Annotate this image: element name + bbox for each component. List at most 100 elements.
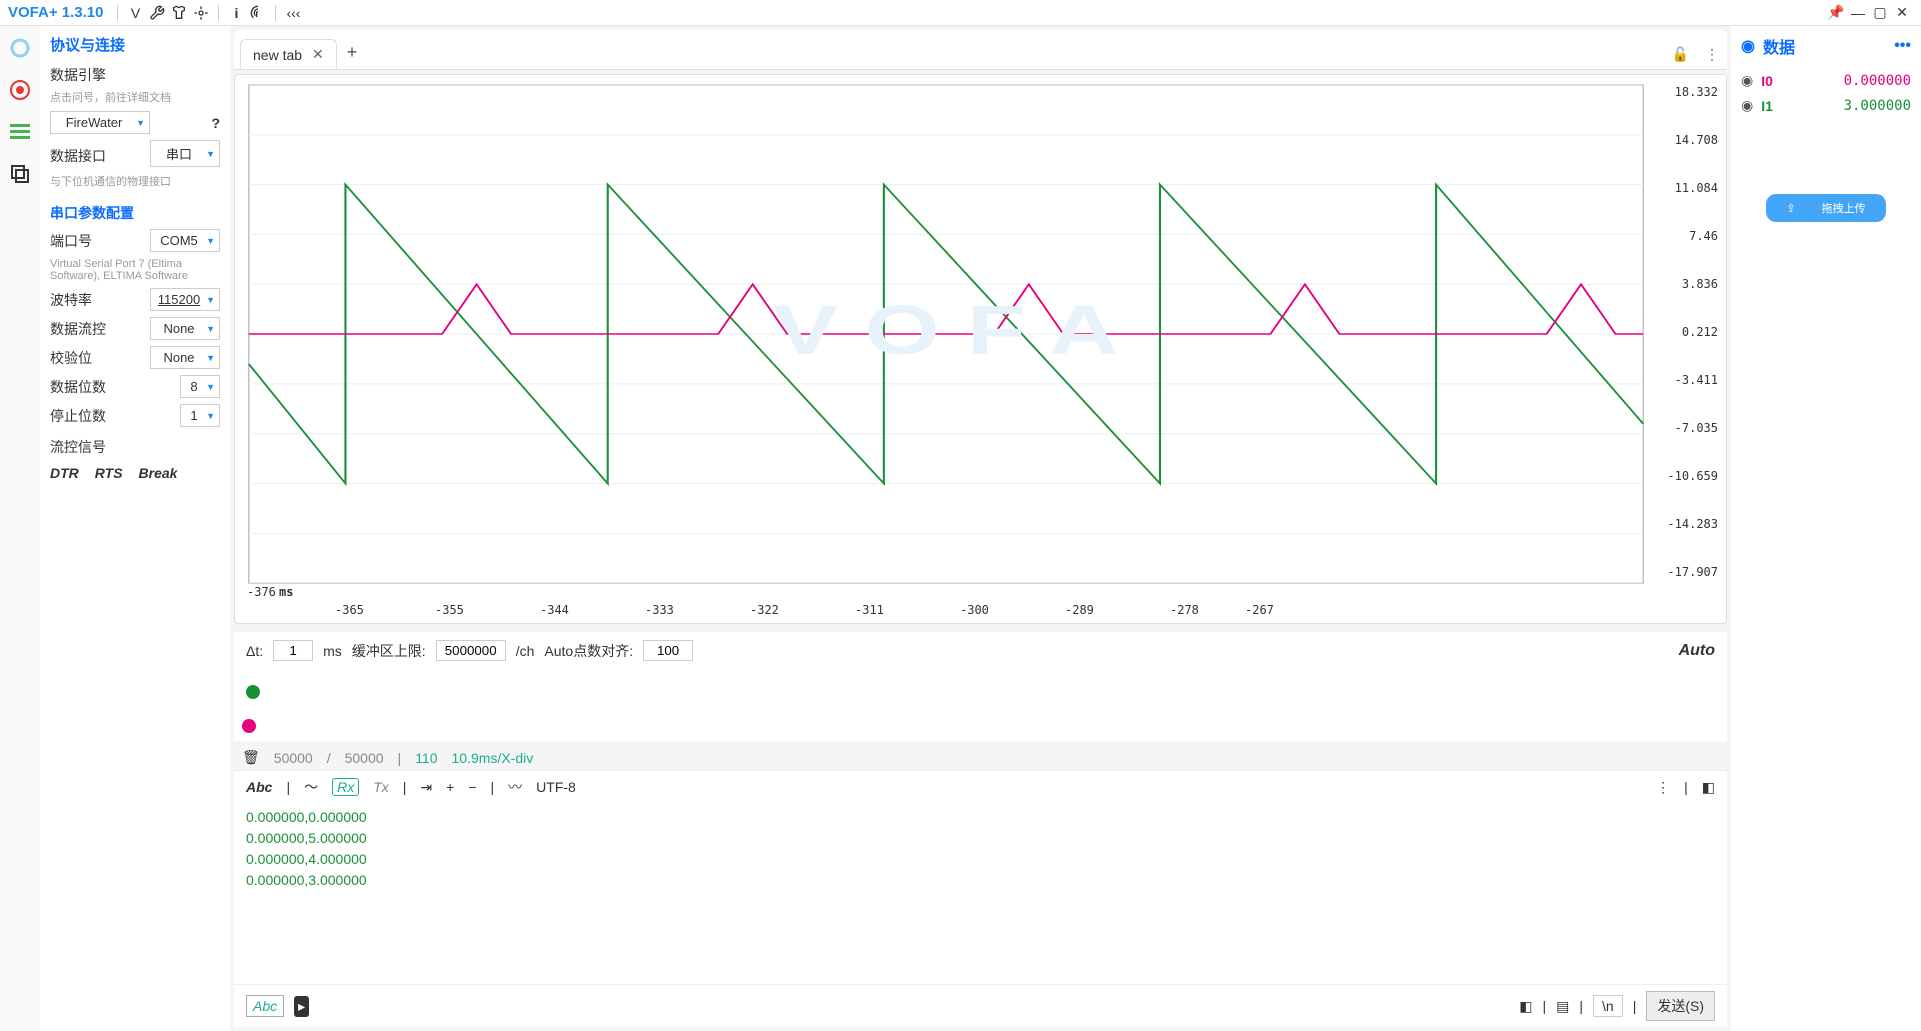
record-icon[interactable]: [6, 76, 34, 104]
connect-icon[interactable]: [6, 34, 34, 62]
copy-icon[interactable]: [6, 160, 34, 188]
upload-button[interactable]: ⇪ 拖拽上传: [1766, 194, 1885, 222]
titlebar: VOFA+ 1.3.10 V i ‹‹‹ 📌 — ▢ ✕: [0, 0, 1921, 26]
rts-toggle[interactable]: RTS: [95, 465, 123, 481]
buf-label: 缓冲区上限:: [352, 641, 426, 661]
rx-more-icon[interactable]: ⋮: [1656, 779, 1670, 796]
interface-select[interactable]: 串口: [150, 140, 220, 167]
terminal-icon[interactable]: ▸: [294, 996, 309, 1017]
chart[interactable]: V O F A 18.332 14.708 11.084 7.46 3.836 …: [234, 74, 1727, 624]
info-icon[interactable]: i: [225, 2, 247, 24]
engine-select[interactable]: FireWater: [50, 111, 150, 134]
log-line: 0.000000,3.000000: [246, 870, 1715, 891]
tab-label: new tab: [253, 47, 302, 63]
dtr-toggle[interactable]: DTR: [50, 465, 79, 481]
log-line: 0.000000,4.000000: [246, 849, 1715, 870]
collapse-icon[interactable]: ‹‹‹: [282, 2, 304, 24]
auto-button[interactable]: Auto: [1679, 642, 1715, 660]
tx-toggle[interactable]: Tx: [373, 779, 389, 795]
tab-close-icon[interactable]: ✕: [312, 46, 324, 63]
minus-icon[interactable]: −: [468, 779, 476, 795]
flow-label: 数据流控: [50, 319, 106, 339]
data-row-i0[interactable]: ◉ I0 0.000000: [1741, 72, 1911, 89]
engine-label: 数据引擎: [50, 65, 220, 85]
flow-select[interactable]: None: [150, 317, 220, 340]
eye-icon[interactable]: ◉: [1741, 36, 1755, 56]
data-log[interactable]: 0.000000,0.000000 0.000000,5.000000 0.00…: [234, 803, 1727, 984]
encoding-label[interactable]: UTF-8: [536, 779, 576, 795]
stat-interval: 110: [415, 750, 437, 766]
stopbits-label: 停止位数: [50, 406, 106, 426]
buf-input[interactable]: [436, 640, 506, 661]
y-tick: -7.035: [1675, 421, 1718, 435]
tshirt-icon[interactable]: [168, 2, 190, 24]
x-tick: -355: [435, 603, 464, 617]
y-tick: 11.084: [1675, 181, 1718, 195]
break-toggle[interactable]: Break: [139, 465, 178, 481]
send-abc-toggle[interactable]: Abc: [246, 995, 284, 1017]
tab-bar: new tab ✕ + 🔓 ⋮: [234, 30, 1727, 70]
x-unit: ms: [279, 585, 293, 599]
data-row-i1[interactable]: ◉ I1 3.000000: [1741, 97, 1911, 114]
eye-icon[interactable]: ◉: [1741, 97, 1753, 114]
engine-help-icon[interactable]: ?: [211, 115, 220, 131]
y-tick: 3.836: [1682, 277, 1718, 291]
series-dot-i0[interactable]: [242, 719, 256, 733]
svg-text:V O F A: V O F A: [773, 291, 1118, 369]
fingerprint-icon[interactable]: [247, 2, 269, 24]
close-icon[interactable]: ✕: [1891, 2, 1913, 24]
icon-sidebar: [0, 26, 40, 1031]
buf-unit: /ch: [516, 643, 535, 659]
abc-toggle[interactable]: Abc: [246, 779, 272, 795]
data-label: I1: [1761, 98, 1773, 114]
auto-input[interactable]: [643, 640, 693, 661]
y-tick: 18.332: [1675, 85, 1718, 99]
plus-icon[interactable]: +: [446, 779, 454, 795]
unlock-icon[interactable]: 🔓: [1664, 46, 1697, 69]
list-icon[interactable]: [6, 118, 34, 146]
target-icon[interactable]: [190, 2, 212, 24]
rx-toggle[interactable]: Rx: [332, 778, 359, 796]
data-value: 3.000000: [1844, 98, 1911, 114]
stat-current: 50000: [274, 750, 313, 766]
tab-new[interactable]: new tab ✕: [240, 39, 337, 69]
rx-toolbar: Abc | 〜 Rx Tx | ⇥ + − | 〰 UTF-8 ⋮ | ◧: [234, 770, 1727, 803]
stopbits-select[interactable]: 1: [180, 404, 220, 427]
wave-icon[interactable]: 〰: [508, 777, 522, 797]
more-icon[interactable]: ⋮: [1697, 46, 1727, 69]
port-label: 端口号: [50, 231, 92, 251]
databits-select[interactable]: 8: [180, 375, 220, 398]
port-select[interactable]: COM5: [150, 229, 220, 252]
send-button[interactable]: 发送(S): [1646, 991, 1715, 1021]
trash-icon[interactable]: 🗑: [242, 749, 260, 766]
newline-select[interactable]: \n: [1593, 995, 1623, 1017]
y-tick: 0.212: [1682, 325, 1718, 339]
curve-icon[interactable]: 〜: [304, 777, 318, 797]
minimize-icon[interactable]: —: [1847, 2, 1869, 24]
indent-icon[interactable]: ⇥: [420, 779, 432, 796]
send-eraser-icon[interactable]: ◧: [1519, 998, 1532, 1015]
vofa-icon[interactable]: V: [124, 2, 146, 24]
series-dot-i1[interactable]: [246, 685, 260, 699]
x-tick: -311: [855, 603, 884, 617]
book-icon[interactable]: ▤: [1556, 998, 1569, 1015]
maximize-icon[interactable]: ▢: [1869, 2, 1891, 24]
dt-input[interactable]: [273, 640, 313, 661]
x-tick: -344: [540, 603, 569, 617]
upload-icon: ⇪: [1776, 199, 1805, 218]
x-tick: -365: [335, 603, 364, 617]
wrench-icon[interactable]: [146, 2, 168, 24]
parity-select[interactable]: None: [150, 346, 220, 369]
eye-icon[interactable]: ◉: [1741, 72, 1753, 89]
baud-select[interactable]: 115200: [150, 288, 220, 311]
eraser-icon[interactable]: ◧: [1702, 779, 1715, 796]
tab-add-icon[interactable]: +: [347, 42, 358, 69]
databits-label: 数据位数: [50, 377, 106, 397]
data-more-icon[interactable]: •••: [1894, 37, 1911, 55]
x-tick: -278: [1170, 603, 1199, 617]
y-tick: -14.283: [1667, 517, 1718, 531]
pin-icon[interactable]: 📌: [1825, 2, 1847, 24]
port-hint: Virtual Serial Port 7 (Eltima Software),…: [50, 258, 220, 282]
x-tick: -289: [1065, 603, 1094, 617]
stat-scale: 10.9ms/X-div: [452, 750, 534, 766]
